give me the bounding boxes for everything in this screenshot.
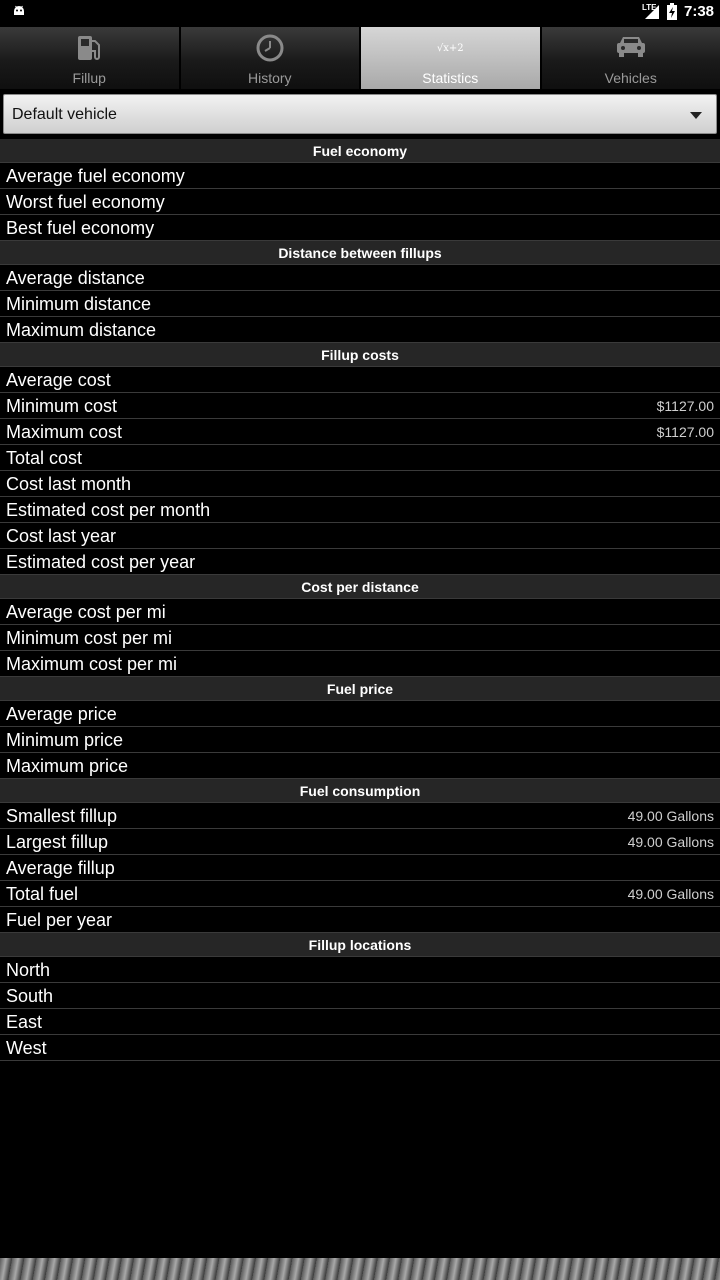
stat-label: Total cost: [6, 448, 83, 468]
stat-row: Total fuel 49.00 Gallons: [0, 881, 720, 907]
stat-label: Maximum distance: [6, 320, 157, 340]
dropdown-arrow-icon: [690, 112, 702, 119]
stat-row: Maximum cost $1127.00: [0, 419, 720, 445]
section-header: Fillup costs: [0, 343, 720, 367]
stat-row: Cost last year: [0, 523, 720, 549]
stat-label: East: [6, 1012, 43, 1032]
stat-label: Maximum cost: [6, 422, 123, 442]
stat-row: Smallest fillup 49.00 Gallons: [0, 803, 720, 829]
stat-label: Minimum price: [6, 730, 124, 750]
stat-label: Cost last year: [6, 526, 117, 546]
stat-row: Estimated cost per year: [0, 549, 720, 575]
stat-label: Minimum cost per mi: [6, 628, 173, 648]
clock: 7:38: [684, 3, 715, 20]
stat-value: $1127.00: [656, 398, 714, 414]
tab-statistics-label: Statistics: [422, 70, 479, 86]
clock-icon: [256, 34, 284, 62]
stat-row: Average cost per mi: [0, 599, 720, 625]
stat-row: South: [0, 983, 720, 1009]
stat-row: North: [0, 957, 720, 983]
stat-row: Maximum price: [0, 753, 720, 779]
formula-icon: √x+2: [436, 43, 464, 54]
android-notification-icon: [14, 5, 24, 15]
stat-label: Average fillup: [6, 858, 115, 878]
stat-label: Cost last month: [6, 474, 132, 494]
stat-row: Average fuel economy: [0, 163, 720, 189]
bottom-decorative-bar: [0, 1258, 720, 1280]
section-header: Distance between fillups: [0, 241, 720, 265]
stat-label: Average price: [6, 704, 117, 724]
stat-label: Average cost: [6, 370, 111, 390]
stat-label: Estimated cost per month: [6, 500, 211, 520]
battery-charging-icon: [667, 3, 677, 20]
stat-label: Average distance: [6, 268, 145, 288]
tab-fillup-label: Fillup: [72, 70, 106, 86]
stat-row: Minimum cost per mi: [0, 625, 720, 651]
stat-row: Average cost: [0, 367, 720, 393]
stat-row: Maximum cost per mi: [0, 651, 720, 677]
tab-statistics[interactable]: √x+2 Statistics: [361, 27, 540, 89]
tab-fillup[interactable]: Fillup: [0, 27, 179, 89]
stat-row: Average distance: [0, 265, 720, 291]
status-bar: LTE 7:38: [0, 0, 720, 24]
car-icon: [616, 37, 645, 57]
tab-vehicles-label: Vehicles: [604, 70, 657, 86]
tab-bar: Fillup History √x+2 Statistics Vehicles: [0, 27, 720, 89]
section-header: Cost per distance: [0, 575, 720, 599]
signal-icon: [645, 5, 659, 19]
section-header: Fuel consumption: [0, 779, 720, 803]
stat-value: 49.00 Gallons: [627, 834, 714, 850]
stat-label: West: [6, 1038, 47, 1058]
stat-label: Minimum distance: [6, 294, 152, 314]
tab-history-label: History: [247, 70, 292, 86]
stat-row: Average price: [0, 701, 720, 727]
vehicle-dropdown-value: Default vehicle: [12, 106, 117, 123]
section-header: Fuel price: [0, 677, 720, 701]
stat-row: Maximum distance: [0, 317, 720, 343]
stat-row: Largest fillup 49.00 Gallons: [0, 829, 720, 855]
stat-label: South: [6, 986, 54, 1006]
stat-label: Best fuel economy: [6, 218, 155, 238]
stat-label: Total fuel: [6, 884, 79, 904]
stat-row: Worst fuel economy: [0, 189, 720, 215]
stat-label: North: [6, 960, 51, 980]
stat-row: Fuel per year: [0, 907, 720, 933]
section-header: Fillup locations: [0, 933, 720, 957]
tab-history[interactable]: History: [180, 27, 359, 89]
vehicle-dropdown[interactable]: Default vehicle: [3, 94, 717, 134]
stat-label: Average cost per mi: [6, 602, 166, 622]
stat-row: Best fuel economy: [0, 215, 720, 241]
stat-label: Minimum cost: [6, 396, 118, 416]
stat-row: East: [0, 1009, 720, 1035]
stat-value: $1127.00: [656, 424, 714, 440]
stat-row: Minimum distance: [0, 291, 720, 317]
stat-label: Largest fillup: [6, 832, 109, 852]
stat-label: Smallest fillup: [6, 806, 118, 826]
stat-label: Estimated cost per year: [6, 552, 196, 572]
stat-row: West: [0, 1035, 720, 1061]
stat-row: Total cost: [0, 445, 720, 471]
section-header: Fuel economy: [0, 139, 720, 163]
stat-row: Minimum price: [0, 727, 720, 753]
stat-row: Estimated cost per month: [0, 497, 720, 523]
stat-label: Fuel per year: [6, 910, 113, 930]
stat-label: Maximum price: [6, 756, 129, 776]
stat-row: Cost last month: [0, 471, 720, 497]
stat-row: Average fillup: [0, 855, 720, 881]
stat-label: Maximum cost per mi: [6, 654, 178, 674]
tab-vehicles[interactable]: Vehicles: [541, 27, 720, 89]
stat-label: Worst fuel economy: [6, 192, 165, 212]
stat-value: 49.00 Gallons: [627, 886, 714, 902]
fuel-pump-icon: [78, 36, 101, 60]
stat-value: 49.00 Gallons: [627, 808, 714, 824]
statistics-list: Fuel economy Average fuel economy Worst …: [0, 139, 720, 1061]
stat-row: Minimum cost $1127.00: [0, 393, 720, 419]
stat-label: Average fuel economy: [6, 166, 185, 186]
